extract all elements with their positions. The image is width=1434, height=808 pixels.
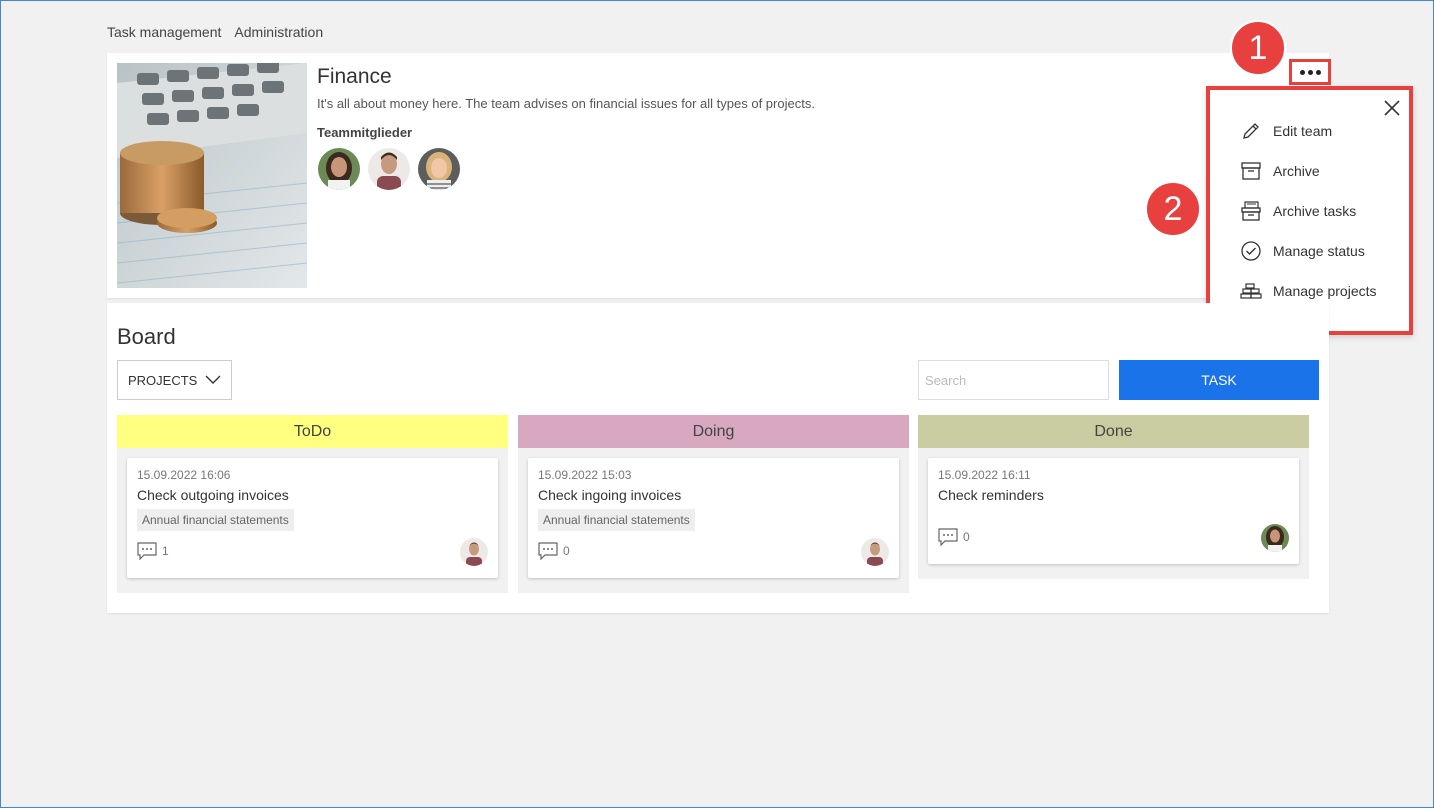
card-project-tag: Annual financial statements	[137, 509, 294, 531]
projects-dropdown[interactable]: PROJECTS	[117, 360, 232, 400]
comment-count: 0	[563, 544, 570, 558]
card-title: Check outgoing invoices	[137, 487, 289, 503]
card-comments[interactable]: 0	[538, 542, 570, 560]
task-card[interactable]: 15.09.2022 15:03 Check ingoing invoices …	[528, 458, 899, 578]
nav-task-management[interactable]: Task management	[107, 24, 221, 40]
column-done: Done 15.09.2022 16:11 Check reminders 0	[918, 415, 1309, 579]
callout-badge-1: 1	[1230, 20, 1286, 76]
archive-box-icon	[1241, 162, 1261, 180]
menu-item-label: Manage projects	[1273, 283, 1377, 299]
board-section: Board PROJECTS TASK ToDo 15.09.2022 16:0…	[107, 303, 1329, 613]
members-list	[318, 148, 460, 190]
add-task-button[interactable]: TASK	[1119, 360, 1319, 400]
team-title: Finance	[317, 65, 392, 88]
close-icon[interactable]	[1382, 98, 1402, 118]
avatar[interactable]	[861, 538, 889, 566]
comment-icon	[137, 542, 157, 560]
comment-icon	[938, 528, 958, 546]
card-project-tag: Annual financial statements	[538, 509, 695, 531]
column-doing: Doing 15.09.2022 15:03 Check ingoing inv…	[518, 415, 909, 593]
card-date: 15.09.2022 15:03	[538, 468, 632, 482]
card-comments[interactable]: 0	[938, 528, 970, 546]
menu-item-manage-projects[interactable]: Manage projects	[1240, 280, 1377, 302]
column-body: 15.09.2022 16:06 Check outgoing invoices…	[117, 448, 508, 593]
menu-item-label: Manage status	[1273, 243, 1365, 259]
board-title: Board	[117, 324, 176, 349]
top-nav: Task management Administration	[107, 24, 323, 40]
task-card[interactable]: 15.09.2022 16:06 Check outgoing invoices…	[127, 458, 498, 578]
column-header: ToDo	[117, 415, 508, 448]
check-circle-icon	[1241, 241, 1261, 261]
more-options-button[interactable]	[1289, 59, 1331, 85]
menu-item-label: Edit team	[1273, 123, 1333, 139]
menu-item-archive-tasks[interactable]: Archive tasks	[1240, 200, 1356, 222]
menu-item-edit-team[interactable]: Edit team	[1240, 120, 1332, 142]
comment-count: 0	[963, 530, 970, 544]
team-options-menu: Edit team Archive Archive tasks Manage s…	[1206, 86, 1413, 335]
members-label: Teammitglieder	[317, 125, 413, 140]
dot-icon	[1307, 69, 1313, 75]
pencil-icon	[1243, 123, 1259, 139]
menu-item-label: Archive tasks	[1273, 203, 1357, 219]
column-todo: ToDo 15.09.2022 16:06 Check outgoing inv…	[117, 415, 508, 593]
menu-item-manage-status[interactable]: Manage status	[1240, 240, 1365, 262]
avatar[interactable]	[460, 538, 488, 566]
card-title: Check ingoing invoices	[538, 487, 682, 503]
dot-icon	[1315, 69, 1321, 75]
avatar[interactable]	[318, 148, 360, 190]
comment-icon	[538, 542, 558, 560]
search-input[interactable]	[918, 360, 1109, 400]
nav-administration[interactable]: Administration	[234, 24, 323, 40]
menu-item-label: Archive	[1273, 163, 1320, 179]
card-date: 15.09.2022 16:11	[938, 468, 1031, 482]
team-description: It's all about money here. The team advi…	[317, 96, 815, 111]
task-card[interactable]: 15.09.2022 16:11 Check reminders 0	[928, 458, 1299, 564]
projects-stack-icon	[1240, 283, 1262, 299]
dot-icon	[1299, 69, 1305, 75]
column-body: 15.09.2022 15:03 Check ingoing invoices …	[518, 448, 909, 593]
column-header: Done	[918, 415, 1309, 448]
column-body: 15.09.2022 16:11 Check reminders 0	[918, 448, 1309, 579]
card-title: Check reminders	[938, 487, 1044, 503]
team-image	[117, 63, 307, 288]
column-header: Doing	[518, 415, 909, 448]
card-date: 15.09.2022 16:06	[137, 468, 231, 482]
menu-item-archive[interactable]: Archive	[1240, 160, 1320, 182]
chevron-down-icon	[205, 375, 221, 384]
team-card: Finance It's all about money here. The t…	[107, 53, 1329, 298]
projects-label: PROJECTS	[128, 372, 198, 388]
archive-tasks-icon	[1241, 201, 1261, 221]
avatar[interactable]	[418, 148, 460, 190]
avatar[interactable]	[368, 148, 410, 190]
callout-badge-2: 2	[1145, 181, 1201, 237]
comment-count: 1	[162, 544, 169, 558]
avatar[interactable]	[1261, 524, 1289, 552]
card-comments[interactable]: 1	[137, 542, 169, 560]
